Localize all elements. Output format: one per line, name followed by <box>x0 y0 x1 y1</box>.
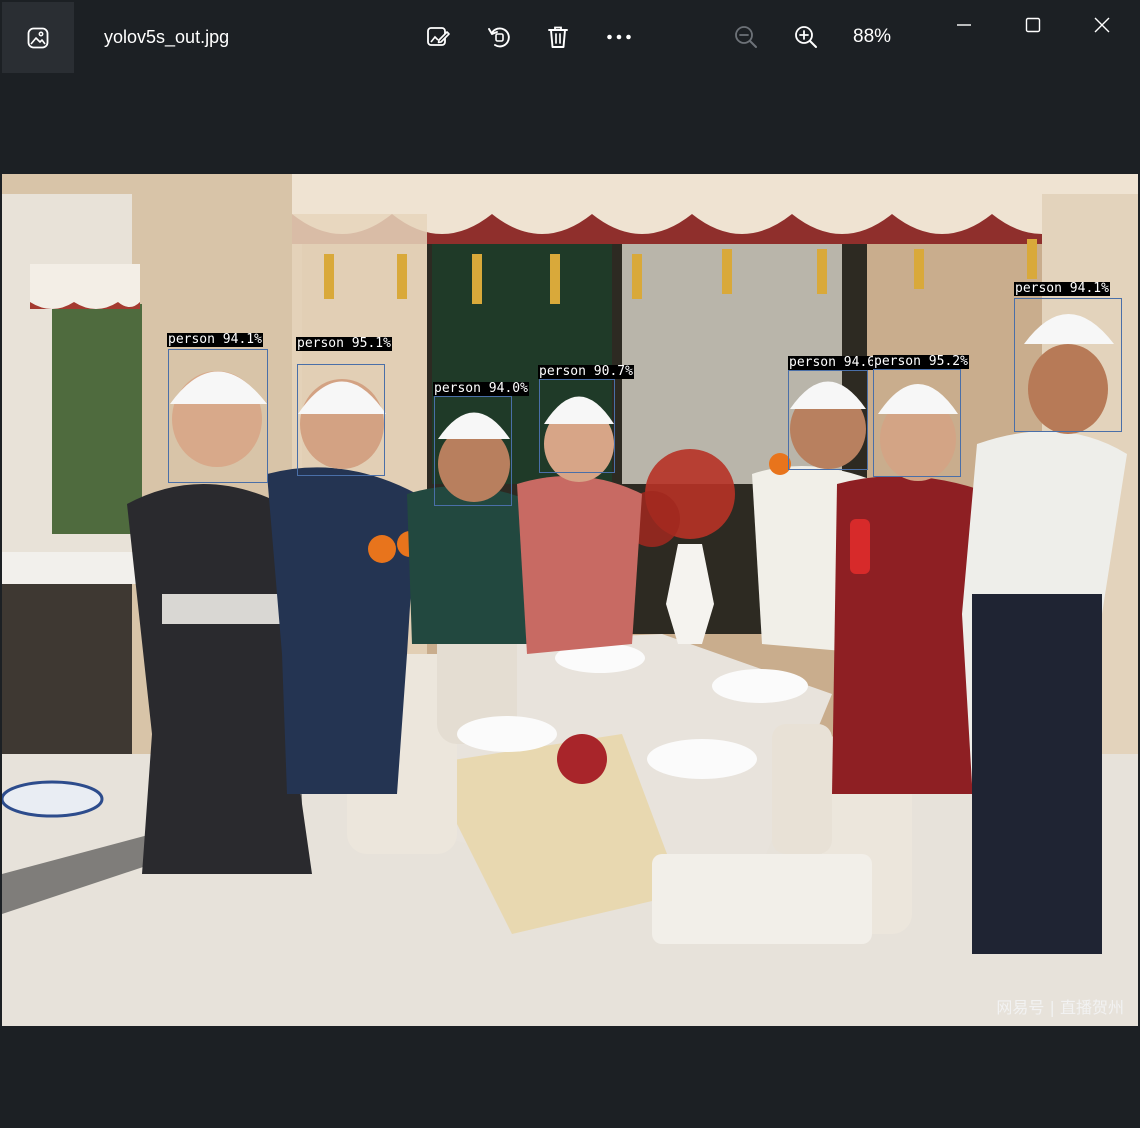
detection-label: person 94.0% <box>433 381 529 396</box>
minimize-button[interactable] <box>944 6 984 44</box>
photo-scene <box>2 174 1138 1026</box>
close-button[interactable] <box>1082 6 1122 44</box>
zoom-in-icon <box>795 26 817 48</box>
zoom-out-icon <box>735 26 757 48</box>
app-icon-button[interactable] <box>2 2 74 73</box>
zoom-level[interactable]: 88% <box>853 26 891 48</box>
detection-label: person 94.1% <box>1014 281 1110 296</box>
detection-box <box>539 379 615 473</box>
maximize-icon <box>1025 17 1041 33</box>
zoom-in-button[interactable] <box>786 18 826 56</box>
minimize-icon <box>957 24 971 26</box>
window-title: yolov5s_out.jpg <box>104 27 230 47</box>
detection-box <box>873 369 961 477</box>
photo-app-icon <box>27 27 49 48</box>
detection-box <box>788 370 868 470</box>
displayed-image[interactable]: person 94.1% person 95.1% person 94.0% p… <box>2 174 1138 1026</box>
edit-image-button[interactable] <box>418 18 458 56</box>
delete-button[interactable] <box>538 18 578 56</box>
detection-label: person 95.1% <box>296 336 392 351</box>
detection-label: person 94.1% <box>167 332 263 347</box>
more-options-icon <box>607 34 631 40</box>
detection-box <box>1014 298 1122 432</box>
zoom-out-button[interactable] <box>726 18 766 56</box>
detection-box <box>168 349 268 483</box>
edit-image-icon <box>427 27 450 46</box>
more-options-button[interactable] <box>599 18 639 56</box>
detection-box <box>434 396 512 506</box>
detection-label: person 90.7% <box>538 364 634 379</box>
trash-icon <box>548 26 568 48</box>
rotate-icon <box>488 27 510 48</box>
detection-box <box>297 364 385 476</box>
detection-label: person 95.2% <box>873 354 969 369</box>
close-icon <box>1094 17 1110 33</box>
title-bar: yolov5s_out.jpg 88% <box>0 0 1140 74</box>
rotate-button[interactable] <box>479 18 519 56</box>
watermark-text: 网易号 | 直播贺州 <box>996 998 1124 1017</box>
detection-label: person 94.6% <box>788 355 884 370</box>
maximize-button[interactable] <box>1013 6 1053 44</box>
